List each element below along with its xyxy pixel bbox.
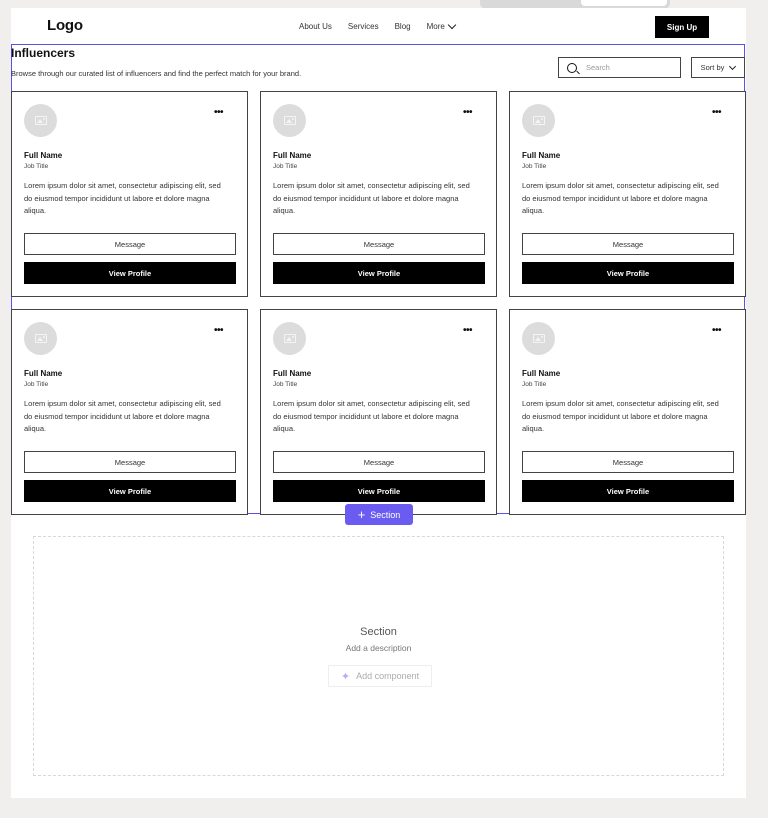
card-description: Lorem ipsum dolor sit amet, consectetur …	[24, 181, 221, 215]
plus-icon: +	[357, 507, 366, 522]
message-button[interactable]: Message	[24, 451, 236, 473]
add-section-label: Section	[370, 509, 401, 520]
view-profile-button[interactable]: View Profile	[24, 262, 236, 284]
view-profile-button[interactable]: View Profile	[522, 480, 734, 502]
card-description: Lorem ipsum dolor sit amet, consectetur …	[522, 181, 719, 215]
avatar	[522, 322, 555, 355]
card-name: Full Name	[24, 369, 63, 378]
empty-section: Section Add a description ✦ Add componen…	[33, 536, 724, 776]
chevron-down-icon	[447, 20, 457, 30]
nav-more-label: More	[426, 22, 445, 31]
image-icon	[283, 334, 296, 343]
empty-section-description[interactable]: Add a description	[34, 643, 723, 653]
card-description: Lorem ipsum dolor sit amet, consectetur …	[273, 181, 470, 215]
card-job-title: Job Title	[273, 381, 298, 388]
card-name: Full Name	[273, 369, 312, 378]
image-icon	[532, 116, 545, 125]
nav-more[interactable]: More	[426, 20, 457, 31]
view-profile-button[interactable]: View Profile	[273, 262, 485, 284]
influencer-card: ••• Full Name Job Title Lorem ipsum dolo…	[509, 309, 746, 515]
page-subtitle: Browse through our curated list of influ…	[11, 69, 302, 78]
view-profile-button[interactable]: View Profile	[522, 262, 734, 284]
card-name: Full Name	[24, 151, 63, 160]
message-button[interactable]: Message	[273, 451, 485, 473]
search-placeholder: Search	[586, 63, 610, 72]
message-button[interactable]: Message	[522, 233, 734, 255]
view-profile-button[interactable]: View Profile	[273, 480, 485, 502]
card-name: Full Name	[273, 151, 312, 160]
image-icon	[34, 116, 47, 125]
more-options-icon[interactable]: •••	[712, 326, 722, 336]
view-profile-button[interactable]: View Profile	[24, 480, 236, 502]
page-canvas: Logo About Us Services Blog More Sign Up…	[11, 8, 746, 798]
more-options-icon[interactable]: •••	[214, 326, 224, 336]
add-section-button[interactable]: + Section	[345, 504, 413, 525]
main-nav: About Us Services Blog More	[299, 20, 471, 31]
add-component-label: Add component	[356, 671, 420, 681]
card-job-title: Job Title	[24, 381, 49, 388]
nav-blog[interactable]: Blog	[395, 22, 411, 31]
card-job-title: Job Title	[273, 163, 298, 170]
influencer-card: ••• Full Name Job Title Lorem ipsum dolo…	[260, 309, 497, 515]
card-description: Lorem ipsum dolor sit amet, consectetur …	[522, 399, 719, 433]
message-button[interactable]: Message	[24, 233, 236, 255]
sort-by-dropdown[interactable]: Sort by	[691, 57, 745, 78]
nav-about-us[interactable]: About Us	[299, 22, 332, 31]
influencer-card: ••• Full Name Job Title Lorem ipsum dolo…	[260, 91, 497, 297]
sign-up-button[interactable]: Sign Up	[655, 16, 709, 38]
card-description: Lorem ipsum dolor sit amet, consectetur …	[24, 399, 221, 433]
message-button[interactable]: Message	[522, 451, 734, 473]
influencer-card: ••• Full Name Job Title Lorem ipsum dolo…	[11, 309, 248, 515]
more-options-icon[interactable]: •••	[214, 108, 224, 118]
influencer-card: ••• Full Name Job Title Lorem ipsum dolo…	[11, 91, 248, 297]
avatar	[24, 104, 57, 137]
card-name: Full Name	[522, 151, 561, 160]
card-description: Lorem ipsum dolor sit amet, consectetur …	[273, 399, 470, 433]
more-options-icon[interactable]: •••	[463, 108, 473, 118]
message-button[interactable]: Message	[273, 233, 485, 255]
chevron-down-icon	[729, 62, 737, 70]
page-title: Influencers	[11, 46, 76, 60]
search-icon	[567, 62, 577, 73]
influencer-card: ••• Full Name Job Title Lorem ipsum dolo…	[509, 91, 746, 297]
logo[interactable]: Logo	[47, 17, 83, 34]
more-options-icon[interactable]: •••	[712, 108, 722, 118]
avatar	[24, 322, 57, 355]
image-icon	[34, 334, 47, 343]
image-icon	[283, 116, 296, 125]
sort-by-label: Sort by	[700, 63, 725, 72]
card-job-title: Job Title	[522, 163, 547, 170]
card-name: Full Name	[522, 369, 561, 378]
avatar	[273, 322, 306, 355]
avatar	[273, 104, 306, 137]
add-component-button[interactable]: ✦ Add component	[328, 665, 432, 687]
more-options-icon[interactable]: •••	[463, 326, 473, 336]
sparkle-icon: ✦	[340, 670, 351, 683]
image-icon	[532, 334, 545, 343]
empty-section-title[interactable]: Section	[34, 626, 723, 638]
nav-services[interactable]: Services	[348, 22, 379, 31]
avatar	[522, 104, 555, 137]
card-job-title: Job Title	[24, 163, 49, 170]
search-input[interactable]: Search	[558, 57, 681, 78]
top-toolbar-segment[interactable]	[581, 0, 667, 6]
card-job-title: Job Title	[522, 381, 547, 388]
